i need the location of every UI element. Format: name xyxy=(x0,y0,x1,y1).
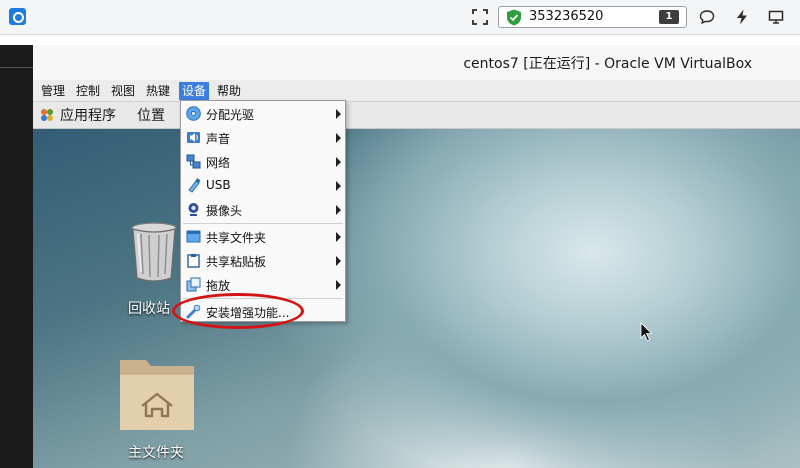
shared-folder-icon xyxy=(186,230,201,243)
submenu-arrow-icon xyxy=(336,157,341,167)
lightning-icon[interactable] xyxy=(732,7,752,27)
applications-icon xyxy=(41,109,53,121)
optical-disc-icon xyxy=(186,106,201,121)
menu-hotkey[interactable]: 热键 xyxy=(143,82,173,100)
webcam-icon xyxy=(188,203,199,216)
menu-separator xyxy=(183,223,343,224)
window-title: centos7 [正在运行] - Oracle VM VirtualBox xyxy=(463,56,752,72)
mouse-cursor-icon xyxy=(640,322,653,342)
vbox-menubar: 管理 控制 视图 热键 设备 帮助 xyxy=(33,80,800,102)
fullscreen-icon[interactable] xyxy=(470,7,490,27)
session-count-badge: 1 xyxy=(659,10,679,24)
menu-control[interactable]: 控制 xyxy=(73,82,103,100)
submenu-arrow-icon xyxy=(336,181,341,191)
remote-toolbar: 353236520 1 xyxy=(0,0,800,35)
connection-id: 353236520 xyxy=(529,9,604,24)
menu-help[interactable]: 帮助 xyxy=(214,82,244,100)
guest-top-panel: 应用程序 位置 xyxy=(33,102,800,129)
menu-manage[interactable]: 管理 xyxy=(38,82,68,100)
menu-devices[interactable]: 设备 xyxy=(179,82,210,100)
submenu-arrow-icon xyxy=(336,280,341,290)
spacer xyxy=(0,35,800,45)
menu-item-network[interactable]: 网络 xyxy=(181,150,345,174)
submenu-arrow-icon xyxy=(336,109,341,119)
home-folder-label: 主文件夹 xyxy=(128,445,184,461)
menu-item-shared-folders[interactable]: 共享文件夹 xyxy=(181,225,345,249)
drag-drop-icon xyxy=(186,277,201,292)
menu-item-audio[interactable]: 声音 xyxy=(181,126,345,150)
applications-menu[interactable]: 应用程序 xyxy=(60,105,116,125)
network-icon xyxy=(186,154,201,169)
highlight-circle-annotation xyxy=(172,293,304,329)
submenu-arrow-icon xyxy=(336,232,341,242)
menu-item-usb[interactable]: USB xyxy=(181,174,345,198)
menu-view[interactable]: 视图 xyxy=(108,82,138,100)
window-titlebar[interactable]: centos7 [正在运行] - Oracle VM VirtualBox xyxy=(33,45,800,80)
connection-id-box[interactable]: 353236520 1 xyxy=(498,6,687,28)
trash-icon[interactable] xyxy=(128,220,180,284)
shield-icon xyxy=(507,9,521,26)
submenu-arrow-icon xyxy=(336,256,341,266)
devices-dropdown-menu: 分配光驱 声音 网络 USB 摄像头 共享文件夹 共享粘贴板 拖放 安装增强功能… xyxy=(180,100,346,322)
submenu-arrow-icon xyxy=(336,133,341,143)
clipboard-icon xyxy=(187,254,200,268)
trash-label: 回收站 xyxy=(128,301,170,317)
host-background xyxy=(0,45,33,468)
chat-icon[interactable] xyxy=(697,7,717,27)
menu-item-webcam[interactable]: 摄像头 xyxy=(181,198,345,222)
menu-item-optical-drives[interactable]: 分配光驱 xyxy=(181,102,345,126)
home-folder-icon[interactable] xyxy=(118,352,196,432)
menu-item-shared-clipboard[interactable]: 共享粘贴板 xyxy=(181,249,345,273)
guest-desktop[interactable]: 应用程序 位置 回收站 主文件夹 xyxy=(33,102,800,468)
audio-icon xyxy=(187,132,200,143)
usb-icon xyxy=(188,178,201,193)
app-logo-icon[interactable] xyxy=(9,8,26,25)
places-menu[interactable]: 位置 xyxy=(137,105,165,125)
monitor-icon[interactable] xyxy=(766,7,786,27)
virtualbox-window: centos7 [正在运行] - Oracle VM VirtualBox 管理… xyxy=(33,45,800,468)
submenu-arrow-icon xyxy=(336,205,341,215)
